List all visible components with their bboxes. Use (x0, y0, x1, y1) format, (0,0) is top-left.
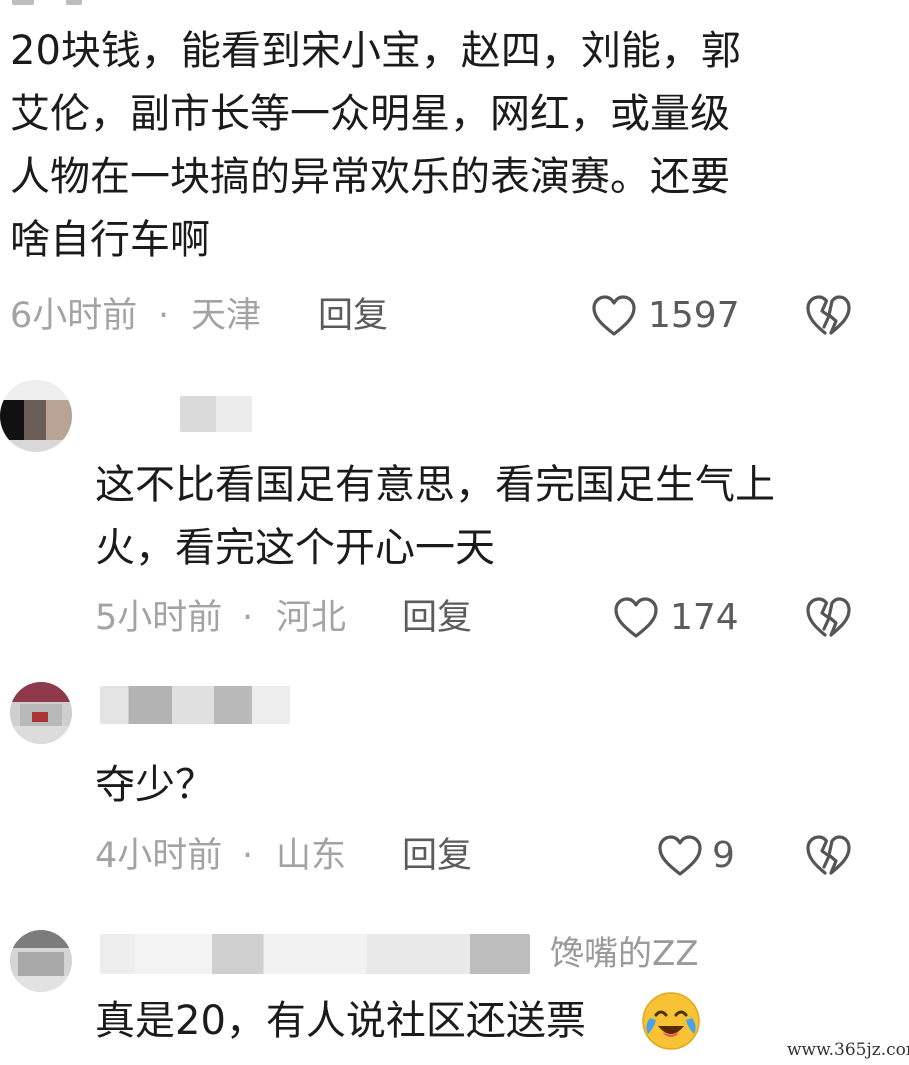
avatar[interactable] (0, 380, 72, 452)
comment-item: 20块钱，能看到宋小宝，赵四，刘能，郭 艾伦，副市长等一众明星，网红，或量级 人… (0, 0, 909, 350)
comment-location: 山东 (276, 836, 347, 876)
heart-outline-icon[interactable] (657, 834, 703, 878)
heart-outline-icon[interactable] (591, 294, 637, 338)
comment-text: 夺少？ (95, 762, 215, 808)
meta-separator: · (158, 296, 170, 336)
comment-location: 天津 (191, 296, 262, 336)
meta-separator: · (242, 836, 254, 876)
broken-heart-icon[interactable] (805, 834, 851, 878)
like-count: 1597 (648, 295, 740, 336)
username-partial[interactable]: 馋嘴的ZZ (550, 934, 699, 974)
comment-text: 真是20，有人说社区还送票 (95, 998, 586, 1044)
like-count: 174 (670, 597, 739, 638)
watermark: www.365jz.com (787, 1040, 909, 1060)
comment-time: 4小时前 (95, 836, 223, 876)
comment-time: 6小时前 (10, 296, 138, 336)
reply-button[interactable]: 回复 (318, 296, 388, 336)
blurred-username (100, 934, 530, 974)
comment-item: 馋嘴的ZZ 真是20，有人说社区还送票 (0, 920, 909, 1065)
comment-text: 这不比看国足有意思，看完国足生气上 火，看完这个开心一天 (95, 462, 775, 571)
like-count: 9 (712, 835, 735, 876)
avatar[interactable] (10, 682, 72, 744)
comment-location: 河北 (276, 598, 347, 638)
comment-text: 20块钱，能看到宋小宝，赵四，刘能，郭 艾伦，副市长等一众明星，网红，或量级 人… (10, 28, 741, 263)
reply-button[interactable]: 回复 (402, 598, 472, 638)
meta-separator: · (242, 598, 254, 638)
crying-laughing-emoji (640, 990, 702, 1056)
blurred-username (180, 396, 252, 432)
heart-outline-icon[interactable] (613, 596, 659, 640)
broken-heart-icon[interactable] (805, 294, 851, 338)
blurred-username (100, 686, 290, 724)
broken-heart-icon[interactable] (805, 596, 851, 640)
comment-item: 这不比看国足有意思，看完国足生气上 火，看完这个开心一天 5小时前 · 河北 回… (0, 370, 909, 660)
comment-item: 夺少？ 4小时前 · 山东 回复 9 (0, 670, 909, 900)
avatar[interactable] (10, 930, 72, 992)
reply-button[interactable]: 回复 (402, 836, 472, 876)
comment-time: 5小时前 (95, 598, 223, 638)
